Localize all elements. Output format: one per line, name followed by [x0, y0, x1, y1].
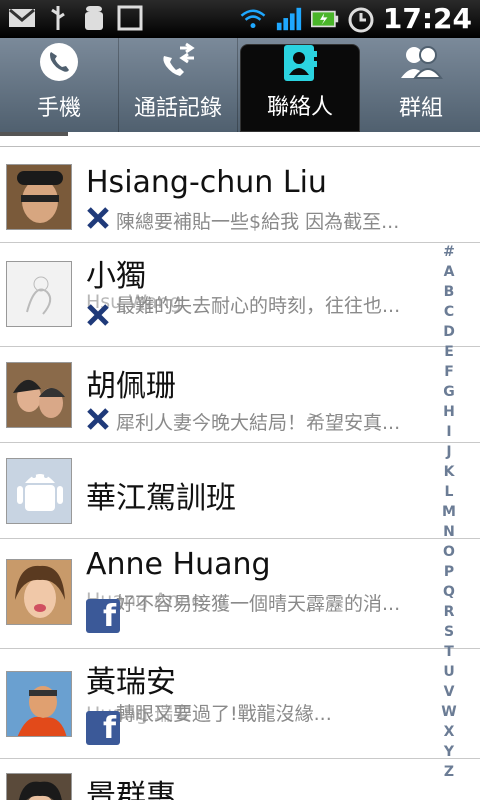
signal-icon — [275, 5, 303, 33]
index-letter[interactable]: O — [440, 542, 458, 562]
call-log-icon — [156, 40, 200, 84]
contacts-icon — [278, 43, 322, 83]
gmail-icon — [8, 4, 36, 32]
list-item — [0, 132, 480, 147]
contact-row[interactable]: 胡佩珊 犀利人妻今晚大結局！希望安真... — [0, 347, 480, 443]
contact-name: 黃瑞安 — [86, 665, 176, 700]
index-letter[interactable]: D — [440, 322, 458, 342]
facebook-icon: f — [86, 599, 120, 634]
index-letter[interactable]: P — [440, 562, 458, 582]
index-letter[interactable]: W — [440, 702, 458, 722]
index-letter[interactable]: G — [440, 382, 458, 402]
alphabet-index[interactable]: # A B C D E F G H I J K L M N O P Q R S T U V W X Y Z — [440, 242, 458, 782]
contact-name: 胡佩珊 — [86, 369, 176, 404]
usb-icon — [44, 4, 72, 32]
index-letter[interactable]: C — [440, 302, 458, 322]
avatar — [6, 559, 72, 625]
contact-status: 陳總要補貼一些$給我 因為截至... — [116, 211, 400, 233]
tab-bar: 手機 通話記錄 聯絡人 群組 — [0, 38, 480, 132]
contact-name: 小獨 — [86, 259, 146, 294]
index-letter[interactable]: H — [440, 402, 458, 422]
index-letter[interactable]: A — [440, 262, 458, 282]
avatar — [6, 458, 72, 524]
battery-icon — [310, 5, 339, 33]
tab-contacts[interactable]: 聯絡人 — [240, 44, 360, 132]
index-letter[interactable]: M — [440, 502, 458, 522]
index-letter[interactable]: F — [440, 362, 458, 382]
index-letter[interactable]: Q — [440, 582, 458, 602]
index-letter[interactable]: # — [440, 242, 458, 262]
index-letter[interactable]: V — [440, 682, 458, 702]
x-icon — [86, 407, 110, 431]
contact-name: Hsiang-chun Liu — [86, 165, 327, 200]
tab-call-log[interactable]: 通話記錄 — [119, 38, 238, 132]
avatar — [6, 773, 72, 800]
index-letter[interactable]: L — [440, 482, 458, 502]
android-debug-icon — [80, 4, 108, 32]
index-letter[interactable]: J — [440, 442, 458, 462]
wifi-icon — [239, 5, 267, 33]
contact-row[interactable]: Anne Huang Huang Anne 好不容易接獲一個晴天霹靂的消... … — [0, 539, 480, 649]
index-letter[interactable]: U — [440, 662, 458, 682]
alarm-icon — [347, 5, 375, 33]
tab-groups[interactable]: 群組 — [362, 38, 480, 132]
contact-list[interactable]: Hsiang-chun Liu 陳總要補貼一些$給我 因為截至... 小獨 Hs… — [0, 132, 480, 800]
contact-row[interactable]: 華江駕訓班 — [0, 443, 480, 539]
clock: 17:24 — [382, 2, 472, 35]
contact-status: 最難的失去耐心的時刻，往往也... — [116, 295, 401, 317]
index-letter[interactable]: X — [440, 722, 458, 742]
contact-name: Anne Huang — [86, 547, 271, 582]
index-letter[interactable]: T — [440, 642, 458, 662]
contact-row[interactable]: 小獨 Hsu Wang 最難的失去耐心的時刻，往往也... — [0, 243, 480, 347]
x-icon — [86, 206, 110, 230]
group-icon — [399, 40, 443, 84]
tab-phone[interactable]: 手機 — [0, 38, 119, 132]
contact-row[interactable]: Hsiang-chun Liu 陳總要補貼一些$給我 因為截至... — [0, 147, 480, 243]
index-letter[interactable]: B — [440, 282, 458, 302]
facebook-icon: f — [86, 711, 120, 746]
phone-icon — [37, 40, 81, 84]
contact-name: 景群惠 — [86, 779, 176, 800]
index-letter[interactable]: R — [440, 602, 458, 622]
avatar — [6, 362, 72, 428]
avatar — [6, 261, 72, 327]
contact-row[interactable]: 景群惠 — [0, 759, 480, 800]
contact-status: 好不容易接獲一個晴天霹靂的消... — [116, 593, 401, 615]
x-icon — [86, 303, 110, 327]
screenshot-icon — [116, 4, 144, 32]
index-letter[interactable]: K — [440, 462, 458, 482]
index-letter[interactable]: Z — [440, 762, 458, 782]
avatar — [6, 164, 72, 230]
index-letter[interactable]: E — [440, 342, 458, 362]
index-letter[interactable]: N — [440, 522, 458, 542]
avatar — [6, 671, 72, 737]
index-letter[interactable]: Y — [440, 742, 458, 762]
contact-status: 轉眼又要過了!戰龍沒緣... — [116, 703, 332, 725]
contact-status: 犀利人妻今晚大結局！希望安真... — [116, 412, 401, 434]
contact-name: 華江駕訓班 — [86, 481, 236, 516]
index-letter[interactable]: S — [440, 622, 458, 642]
index-letter[interactable]: I — [440, 422, 458, 442]
status-bar: 17:24 — [0, 0, 480, 38]
contact-row[interactable]: 黃瑞安 Huang 瑞安 轉眼又要過了!戰龍沒緣... f — [0, 649, 480, 759]
